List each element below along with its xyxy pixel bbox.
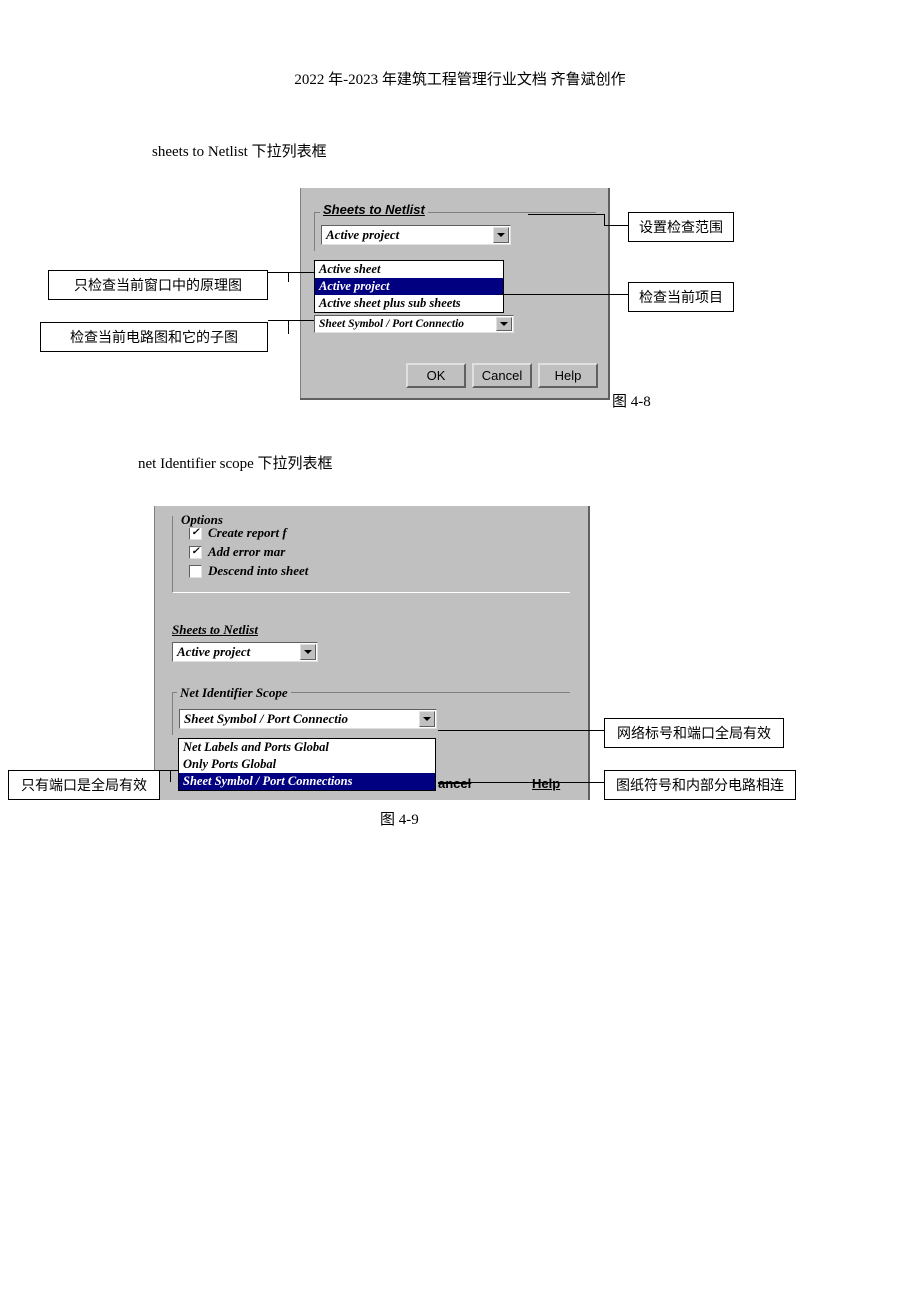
callout-global: 网络标号和端口全局有效 xyxy=(604,718,784,748)
callout-active-sheet: 只检查当前窗口中的原理图 xyxy=(48,270,268,300)
dropdown-arrow-icon[interactable] xyxy=(493,227,509,243)
sheets-combo[interactable]: Active project xyxy=(321,225,511,245)
callout-ports-only: 只有端口是全局有效 xyxy=(8,770,160,800)
dropdown-arrow-icon[interactable] xyxy=(419,711,435,727)
option-descend[interactable]: Descend into sheet xyxy=(189,563,562,579)
net-scope-label: Net Identifier Scope xyxy=(177,685,291,701)
dropdown-item-sheet-symbol[interactable]: Sheet Symbol / Port Connections xyxy=(179,773,435,790)
sheets-dropdown-list[interactable]: Active sheet Active project Active sheet… xyxy=(314,260,504,313)
second-combo-value: Sheet Symbol / Port Connectio xyxy=(319,318,464,330)
sheets-group-label: Sheets to Netlist xyxy=(320,202,428,217)
callout-active-project: 检查当前项目 xyxy=(628,282,734,312)
net-scope-combo[interactable]: Sheet Symbol / Port Connectio xyxy=(179,709,437,729)
cancel-partial: ancel xyxy=(438,776,471,791)
sheets-combo-value: Active project xyxy=(326,227,399,243)
help-partial: Help xyxy=(532,776,560,791)
checkbox-icon[interactable]: ✓ xyxy=(189,527,202,540)
option-label: Add error mar xyxy=(208,544,285,560)
ok-button[interactable]: OK xyxy=(406,363,466,388)
net-scope-combo-value: Sheet Symbol / Port Connectio xyxy=(184,711,348,727)
dropdown-item-active-project[interactable]: Active project xyxy=(315,278,503,295)
dialog-2: Options ✓ Create report f ✓ Add error ma… xyxy=(154,506,590,800)
sheets-combo-2[interactable]: Active project xyxy=(172,642,318,662)
callout-sheet-symbol: 图纸符号和内部分电路相连 xyxy=(604,770,796,800)
page-header: 2022 年-2023 年建筑工程管理行业文档 齐鲁斌创作 xyxy=(0,68,920,89)
net-scope-dropdown[interactable]: Net Labels and Ports Global Only Ports G… xyxy=(178,738,436,791)
callout-scope: 设置检查范围 xyxy=(628,212,734,242)
fig-4-8-caption: 图 4-8 xyxy=(612,390,651,411)
checkbox-icon[interactable] xyxy=(189,565,202,578)
callout-sub-sheets: 检查当前电路图和它的子图 xyxy=(40,322,268,352)
dropdown-arrow-icon[interactable] xyxy=(496,317,512,331)
checkbox-icon[interactable]: ✓ xyxy=(189,546,202,559)
section1-title: sheets to Netlist 下拉列表框 xyxy=(152,140,327,161)
option-add-error[interactable]: ✓ Add error mar xyxy=(189,544,562,560)
sheets-label-2: Sheets to Netlist xyxy=(172,622,318,638)
dropdown-item-active-sub[interactable]: Active sheet plus sub sheets xyxy=(315,295,503,312)
section2-title: net Identifier scope 下拉列表框 xyxy=(138,452,333,473)
dropdown-item-only-ports[interactable]: Only Ports Global xyxy=(179,756,435,773)
options-label: Options xyxy=(178,512,226,528)
option-label: Descend into sheet xyxy=(208,563,308,579)
fig-4-9-caption: 图 4-9 xyxy=(380,808,419,829)
dropdown-arrow-icon[interactable] xyxy=(300,644,316,660)
dropdown-item-net-labels-global[interactable]: Net Labels and Ports Global xyxy=(179,739,435,756)
option-create-report[interactable]: ✓ Create report f xyxy=(189,525,562,541)
second-combo[interactable]: Sheet Symbol / Port Connectio xyxy=(314,315,514,333)
help-button[interactable]: Help xyxy=(538,363,598,388)
cancel-button[interactable]: Cancel xyxy=(472,363,532,388)
sheets-combo-2-value: Active project xyxy=(177,644,250,660)
dropdown-item-active-sheet[interactable]: Active sheet xyxy=(315,261,503,278)
